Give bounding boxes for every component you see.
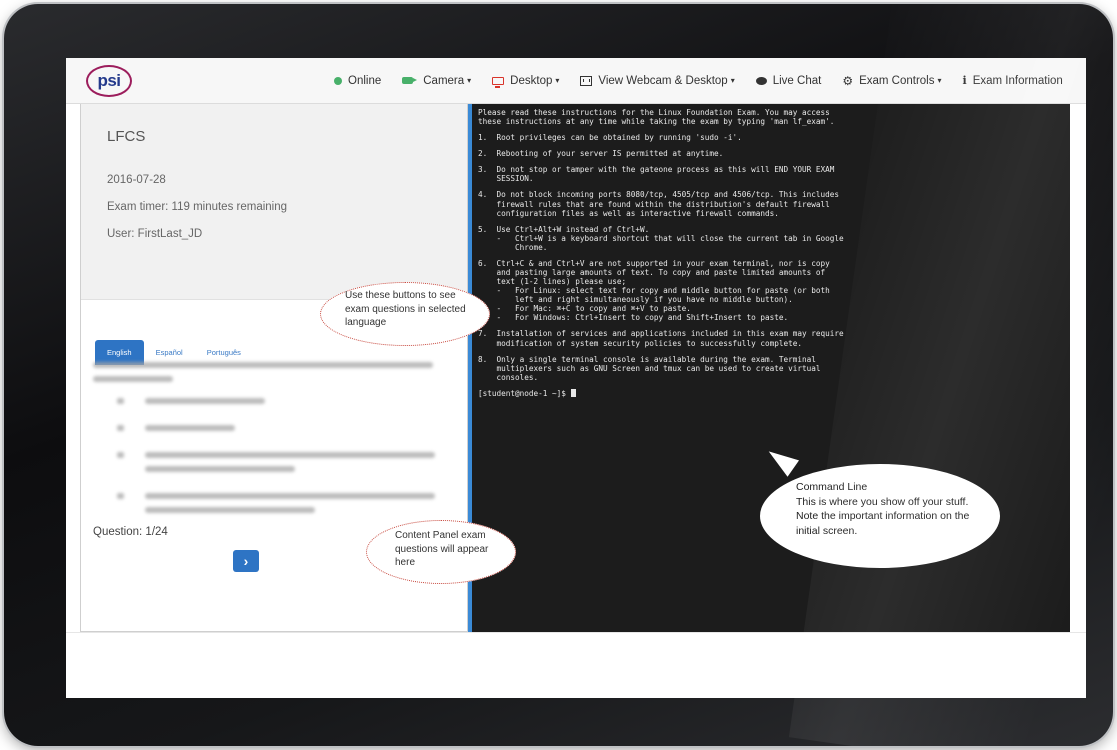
nav-online-label: Online	[348, 74, 382, 87]
terminal-prompt[interactable]: [student@node-1 ~]$	[478, 388, 1068, 398]
callout-content-panel: Content Panel exam questions will appear…	[366, 520, 516, 584]
exam-date: 2016-07-28	[107, 174, 166, 186]
callout-command-body: This is where you show off your stuff. N…	[796, 495, 970, 538]
top-navbar: psi Online Camera ▾ Desktop ▾ View Webca…	[66, 58, 1086, 104]
gear-icon: ⚙	[842, 73, 854, 88]
terminal-paragraph: 4. Do not block incoming ports 8080/tcp,…	[478, 190, 840, 218]
nav-exam-controls[interactable]: ⚙ Exam Controls ▾	[842, 75, 941, 87]
terminal-paragraph: 6. Ctrl+C & and Ctrl+V are not supported…	[478, 258, 830, 323]
callout-language-buttons: Use these buttons to see exam questions …	[320, 282, 490, 346]
terminal-paragraph: 5. Use Ctrl+Alt+W instead of Ctrl+W. - C…	[478, 224, 844, 252]
status-dot-icon	[334, 76, 342, 85]
tablet-bezel: psi Online Camera ▾ Desktop ▾ View Webca…	[4, 4, 1113, 746]
blurred-question-text	[93, 362, 453, 534]
terminal-paragraph: 2. Rebooting of your server IS permitted…	[478, 149, 724, 159]
film-icon	[580, 75, 593, 86]
nav-live-chat[interactable]: Live Chat	[755, 74, 822, 87]
nav-camera[interactable]: Camera ▾	[402, 75, 471, 87]
callout-language-text: Use these buttons to see exam questions …	[345, 290, 466, 328]
question-counter: Question: 1/24	[93, 526, 168, 538]
nav-exam-controls-label: Exam Controls	[859, 74, 935, 87]
terminal-prompt-text: [student@node-1 ~]$	[478, 388, 571, 398]
chevron-down-icon: ▾	[467, 76, 472, 85]
terminal-paragraph: 1. Root privileges can be obtained by ru…	[478, 133, 742, 143]
next-question-button[interactable]: ›	[233, 550, 259, 572]
callout-command-title: Command Line	[796, 481, 868, 493]
info-icon: i	[962, 74, 967, 87]
terminal-paragraph: 3. Do not stop or tamper with the gateon…	[478, 165, 835, 184]
nav-exam-information-label: Exam Information	[972, 74, 1063, 87]
nav-view-webcam-desktop[interactable]: View Webcam & Desktop ▾	[580, 74, 735, 87]
callout-command-line: Command Line This is where you show off …	[760, 464, 1000, 568]
monitor-icon	[492, 76, 505, 88]
terminal-cursor	[570, 388, 576, 397]
nav-desktop-label: Desktop	[510, 74, 553, 87]
nav-desktop[interactable]: Desktop ▾	[492, 74, 560, 88]
screen: psi Online Camera ▾ Desktop ▾ View Webca…	[66, 58, 1086, 698]
terminal-paragraph: 8. Only a single terminal console is ava…	[478, 354, 821, 382]
nav-online[interactable]: Online	[334, 75, 381, 87]
terminal[interactable]: Please read these instructions for the L…	[468, 104, 1070, 632]
nav-menu: Online Camera ▾ Desktop ▾ View Webcam & …	[334, 74, 1084, 88]
exam-timer: Exam timer: 119 minutes remaining	[107, 201, 288, 213]
terminal-output: Please read these instructions for the L…	[478, 108, 1068, 398]
chevron-down-icon: ▾	[730, 76, 735, 85]
chevron-right-icon: ›	[243, 553, 249, 569]
exam-user: User: FirstLast_JD	[107, 228, 203, 240]
bottom-strip	[66, 632, 1086, 698]
exam-info-box: LFCS 2016-07-28 Exam timer: 119 minutes …	[81, 104, 467, 300]
nav-camera-label: Camera	[423, 74, 465, 87]
camera-icon	[402, 77, 418, 84]
terminal-paragraph: 7. Installation of services and applicat…	[478, 329, 844, 348]
callout-content-text: Content Panel exam questions will appear…	[395, 530, 489, 568]
psi-logo: psi	[86, 65, 132, 97]
chat-icon	[755, 76, 767, 85]
chevron-down-icon: ▾	[555, 76, 560, 85]
exam-title: LFCS	[107, 128, 146, 145]
chevron-down-icon: ▾	[937, 76, 942, 85]
nav-exam-information[interactable]: i Exam Information	[963, 74, 1063, 87]
nav-view-webcam-desktop-label: View Webcam & Desktop	[598, 74, 728, 87]
terminal-paragraph: Please read these instructions for the L…	[478, 108, 835, 127]
nav-live-chat-label: Live Chat	[772, 74, 822, 87]
